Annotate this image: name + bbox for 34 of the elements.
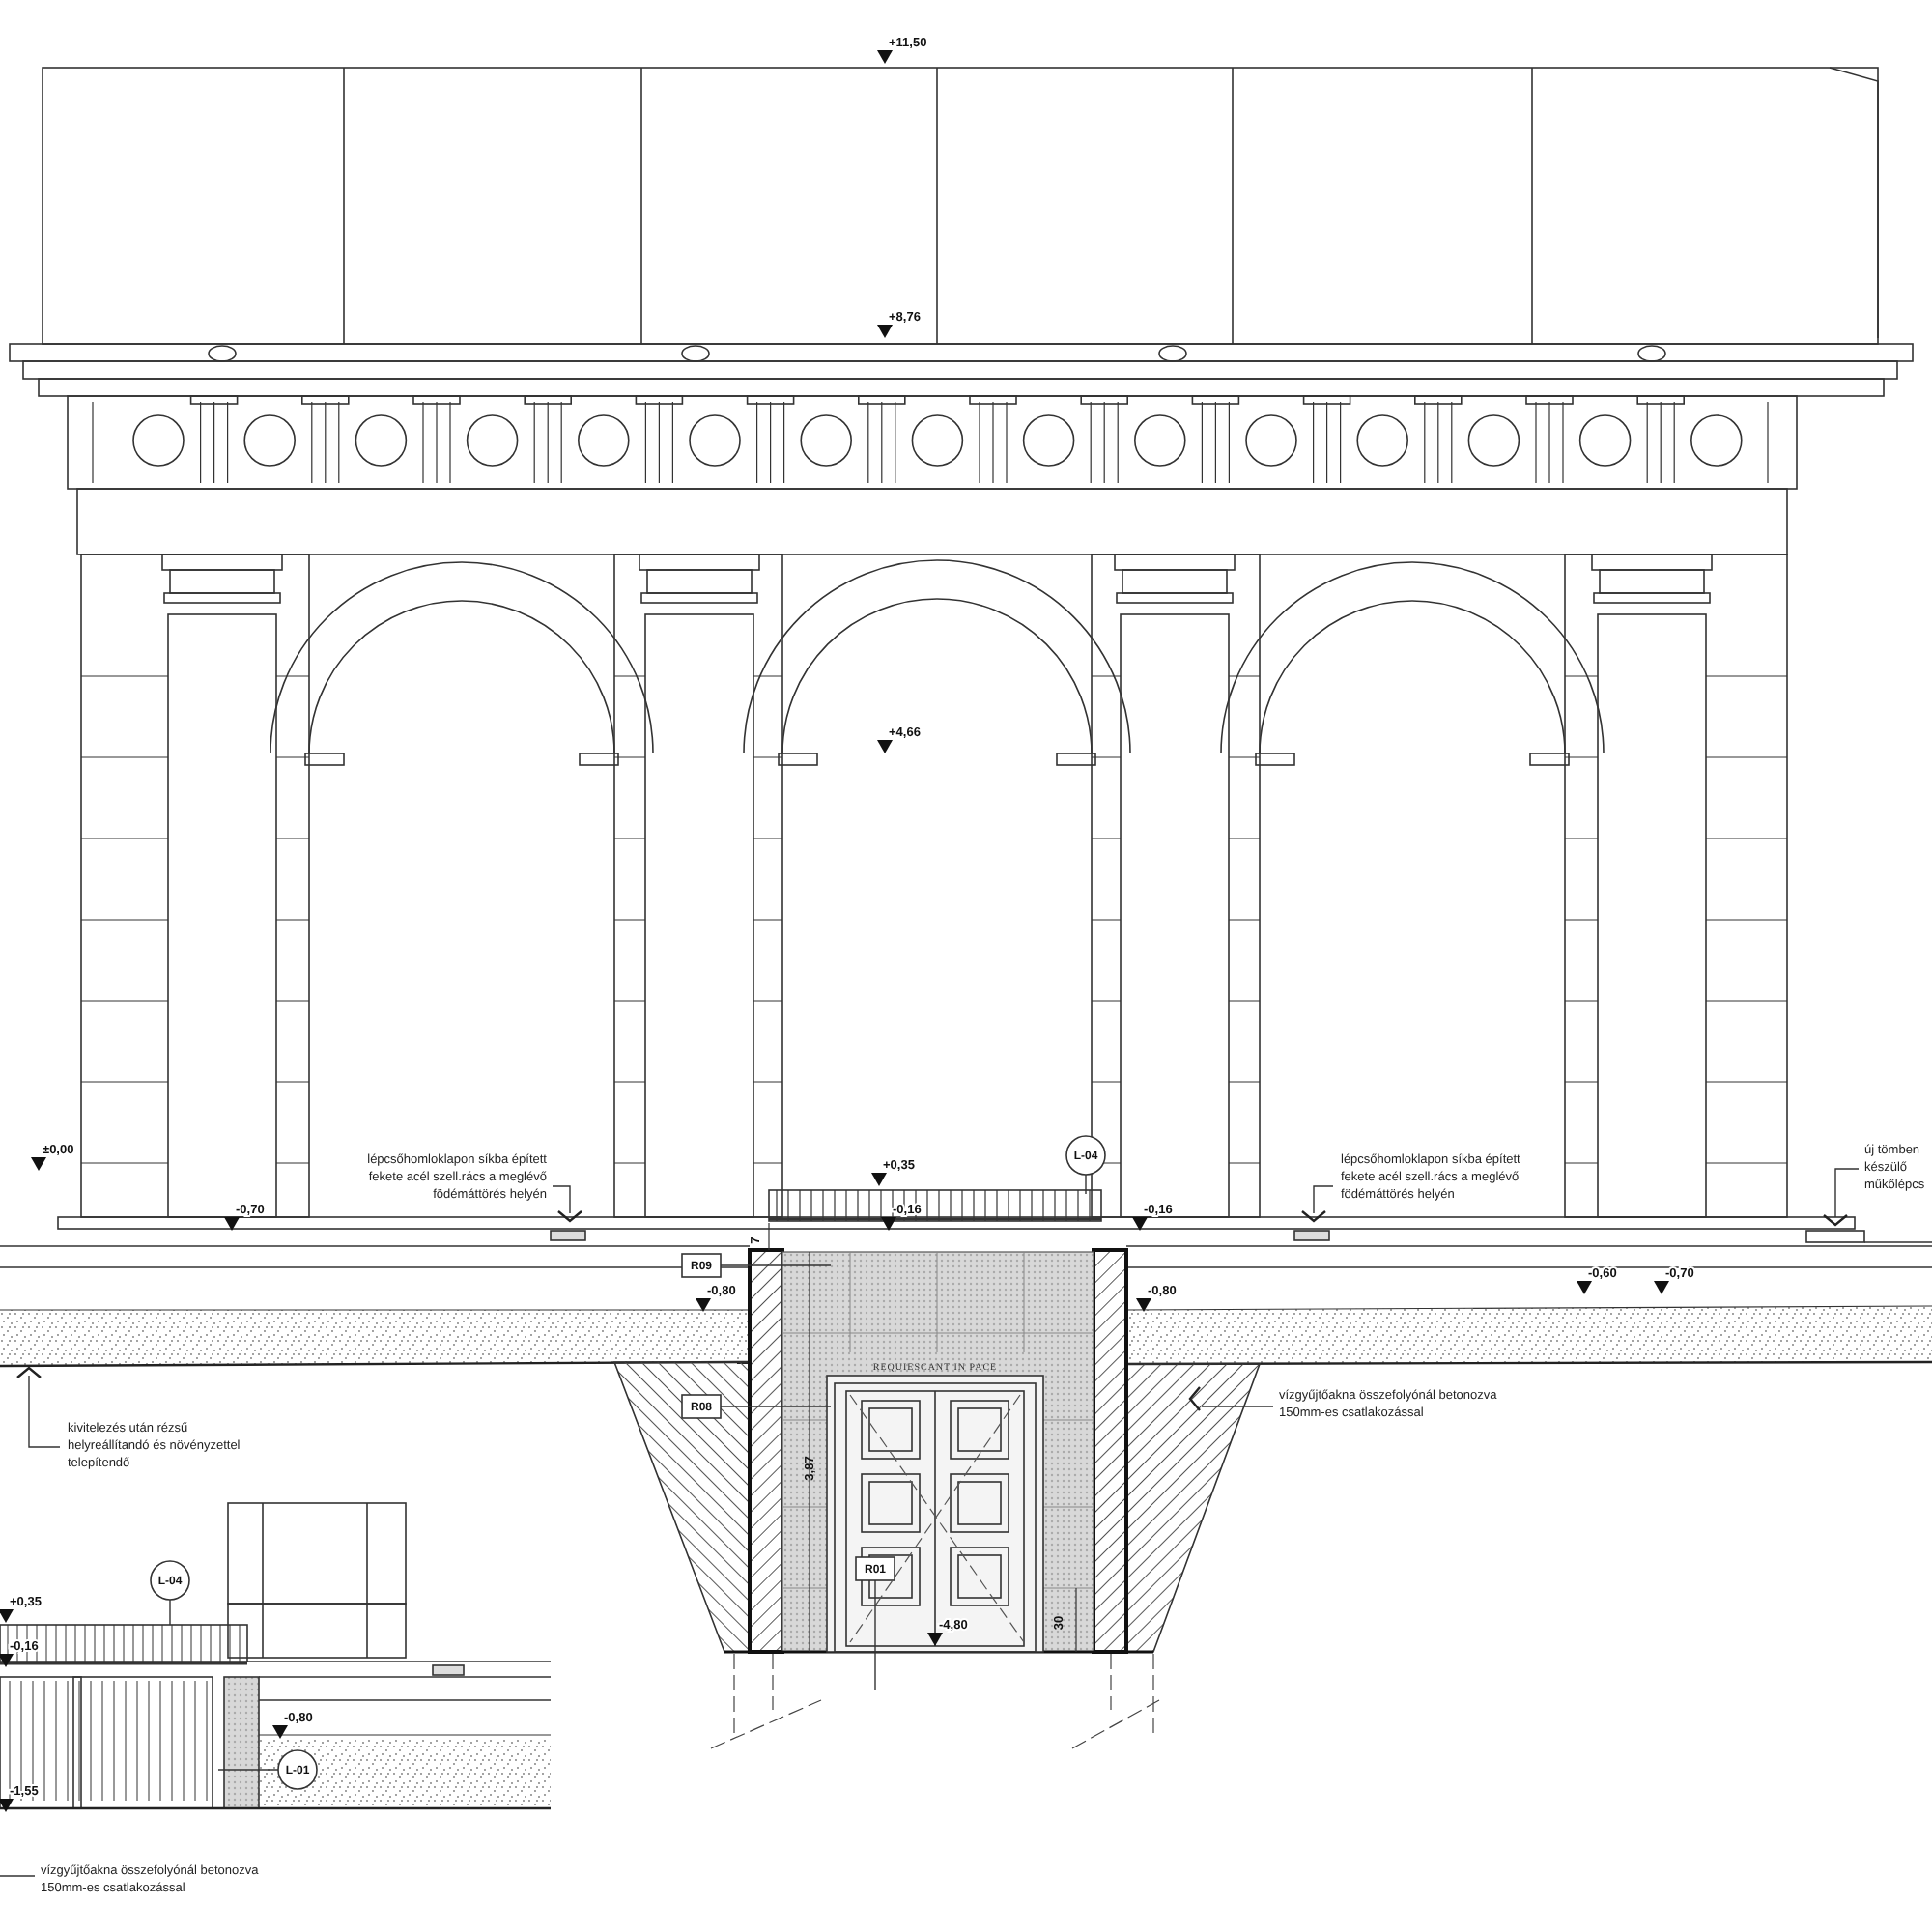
level-marker-icon [1577, 1281, 1592, 1294]
leader-line [874, 1579, 876, 1691]
level-marker-icon [0, 1654, 14, 1667]
level-marker-icon [877, 740, 893, 753]
leader-line [552, 1185, 571, 1214]
leader-line [0, 1875, 36, 1877]
level-marker-icon [0, 1799, 14, 1812]
arrowhead-icon [1823, 1214, 1848, 1227]
level-marker-icon [1132, 1217, 1148, 1231]
arrowhead-icon [1301, 1210, 1326, 1223]
level-marker-icon [927, 1633, 943, 1646]
leader-line [1313, 1185, 1334, 1214]
leader-line [1201, 1406, 1274, 1407]
grate-icon [1293, 1230, 1330, 1241]
level-marker-icon [0, 1609, 14, 1623]
level-marker-icon [871, 1173, 887, 1186]
foundation-outline [710, 1653, 822, 1749]
leader-line [720, 1406, 832, 1407]
level-marker-icon [1654, 1281, 1669, 1294]
foundation-outline [1071, 1653, 1160, 1749]
grate-icon [550, 1230, 586, 1241]
level-marker-icon [881, 1217, 896, 1231]
leader-line [217, 1769, 279, 1771]
arrowhead-icon [1188, 1386, 1201, 1411]
arrowhead-icon [557, 1210, 582, 1223]
leader-line [28, 1375, 61, 1448]
leader-line [1834, 1168, 1860, 1218]
level-marker-icon [1136, 1298, 1151, 1312]
leader-line [1085, 1174, 1087, 1195]
level-marker-icon [31, 1157, 46, 1171]
leader-line [169, 1599, 171, 1626]
level-marker-icon [877, 50, 893, 64]
level-marker-icon [224, 1217, 240, 1231]
level-marker-icon [877, 325, 893, 338]
